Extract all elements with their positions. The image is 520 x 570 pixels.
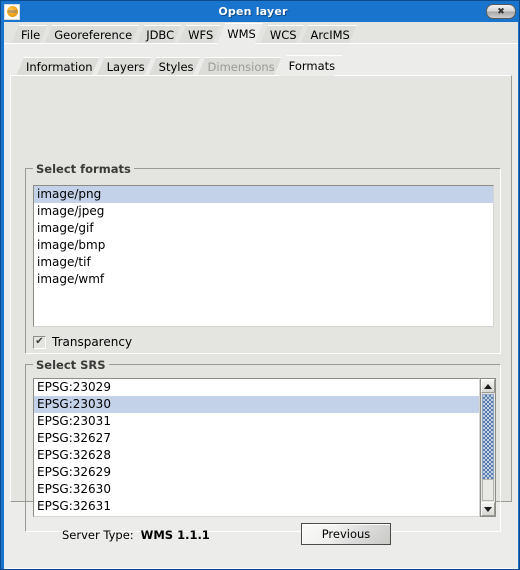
- srs-list-item[interactable]: EPSG:23029: [34, 379, 479, 396]
- close-button[interactable]: ✖: [486, 4, 516, 19]
- tab-label: WFS: [188, 28, 214, 42]
- dialog-client-area: File Georeference JDBC WFS WMS WCS ArcIMS Info…: [4, 22, 518, 569]
- scrollbar-thumb[interactable]: [482, 394, 494, 480]
- server-type-value: WMS 1.1.1: [140, 528, 210, 542]
- triangle-up-icon[interactable]: [481, 379, 495, 393]
- tab-file[interactable]: File: [11, 25, 47, 44]
- tab-styles[interactable]: Styles: [149, 57, 201, 76]
- transparency-checkbox[interactable]: ✔ Transparency: [33, 335, 132, 349]
- formats-content-pane: Select formats image/png image/jpeg image/…: [10, 75, 512, 532]
- srs-list-item[interactable]: EPSG:32628: [34, 447, 479, 464]
- format-list-item[interactable]: image/bmp: [34, 237, 493, 254]
- format-list-item[interactable]: image/png: [34, 186, 493, 203]
- srs-list-item[interactable]: EPSG:23030: [34, 396, 479, 413]
- previous-button[interactable]: Previous: [301, 523, 391, 545]
- tab-label: Information: [26, 60, 93, 74]
- srs-listbox[interactable]: EPSG:23029 EPSG:23030 EPSG:23031 EPSG:32627…: [33, 378, 480, 517]
- tab-formats[interactable]: Formats: [279, 55, 343, 76]
- title-bar[interactable]: Open layer ✖: [1, 1, 519, 22]
- srs-list-item[interactable]: EPSG:32629: [34, 464, 479, 481]
- wms-panel: Information Layers Styles Dimensions Formats…: [4, 44, 518, 569]
- window-title: Open layer: [218, 5, 288, 18]
- tab-wcs[interactable]: WCS: [260, 25, 304, 44]
- secondary-tabstrip: Information Layers Styles Dimensions Formats: [9, 54, 513, 76]
- tab-label: WCS: [269, 28, 297, 42]
- tab-label: WMS: [227, 27, 256, 41]
- tab-layers[interactable]: Layers: [97, 57, 152, 76]
- select-formats-group: Select formats image/png image/jpeg image/…: [25, 162, 501, 354]
- open-layer-dialog: Open layer ✖ File Georeference JDBC WFS WMS W…: [0, 0, 520, 570]
- tab-arcims[interactable]: ArcIMS: [301, 25, 357, 44]
- checkbox-check-icon: ✔: [33, 335, 46, 349]
- format-list-item[interactable]: image/wmf: [34, 271, 493, 288]
- tab-label: Georeference: [54, 28, 133, 42]
- server-type-label: Server Type:: [62, 528, 134, 542]
- tab-label: Formats: [288, 59, 336, 73]
- transparency-label: Transparency: [52, 335, 133, 349]
- tab-dimensions: Dimensions: [198, 57, 282, 76]
- scrollbar-track[interactable]: [482, 479, 494, 501]
- srs-list-item[interactable]: EPSG:23031: [34, 413, 479, 430]
- select-formats-title: Select formats: [33, 162, 134, 176]
- tab-label: ArcIMS: [310, 28, 350, 42]
- footer-area: Server Type: WMS 1.1.1 Previous: [4, 512, 518, 568]
- tab-label: File: [21, 28, 41, 42]
- tab-label: Layers: [106, 60, 145, 74]
- tab-label: Styles: [158, 60, 194, 74]
- select-srs-title: Select SRS: [33, 358, 109, 372]
- format-list-item[interactable]: image/jpeg: [34, 203, 493, 220]
- srs-list-item[interactable]: EPSG:32630: [34, 481, 479, 498]
- primary-tabstrip: File Georeference JDBC WFS WMS WCS ArcIMS: [4, 22, 518, 44]
- tab-information[interactable]: Information: [16, 57, 100, 76]
- select-srs-group: Select SRS EPSG:23029 EPSG:23030 EPSG:2303…: [25, 358, 501, 532]
- tab-wfs[interactable]: WFS: [178, 25, 220, 44]
- tab-label: Dimensions: [207, 60, 275, 74]
- formats-listbox[interactable]: image/png image/jpeg image/gif image/bmp ima…: [33, 185, 494, 327]
- format-list-item[interactable]: image/gif: [34, 220, 493, 237]
- srs-list-item[interactable]: EPSG:32627: [34, 430, 479, 447]
- tab-georeference[interactable]: Georeference: [44, 25, 139, 44]
- tab-wms[interactable]: WMS: [217, 23, 263, 44]
- tab-label: JDBC: [146, 28, 175, 42]
- tab-separator: [337, 56, 346, 75]
- tab-jdbc[interactable]: JDBC: [136, 25, 181, 44]
- globe-icon: [4, 3, 20, 20]
- format-list-item[interactable]: image/tif: [34, 254, 493, 271]
- server-type-row: Server Type: WMS 1.1.1: [62, 528, 210, 542]
- srs-scrollbar[interactable]: [480, 378, 496, 517]
